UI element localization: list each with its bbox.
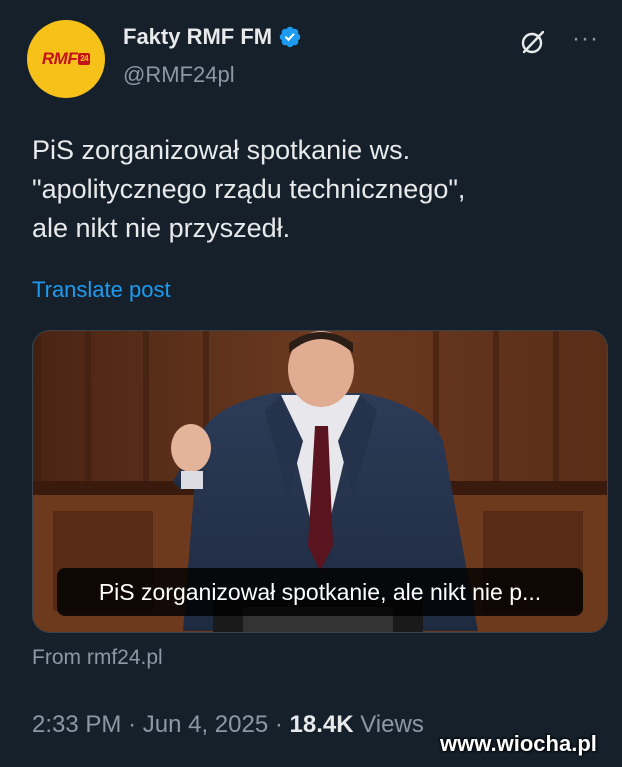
tweet-time[interactable]: 2:33 PM: [32, 711, 121, 738]
tweet-text-line: "apolitycznego rządu technicznego",: [32, 174, 466, 204]
author-name-row: Fakty RMF FM: [123, 24, 302, 50]
author-display-name[interactable]: Fakty RMF FM: [123, 24, 272, 50]
meta-separator: ·: [128, 711, 143, 738]
tweet-text: PiS zorganizował spotkanie ws. "apolityc…: [32, 131, 592, 248]
translate-post-link[interactable]: Translate post: [32, 277, 171, 303]
views-count: 18.4K: [289, 711, 354, 738]
watermark: www.wiocha.pl: [440, 731, 597, 756]
link-source[interactable]: From rmf24.pl: [32, 646, 163, 670]
tweet-meta: 2:33 PM · Jun 4, 2025 · 18.4K Views: [32, 711, 424, 739]
author-handle[interactable]: @RMF24pl: [123, 62, 235, 88]
rmf-logo: RMF 24: [41, 49, 91, 69]
avatar-logo-badge: 24: [78, 53, 91, 65]
grok-icon[interactable]: [519, 28, 547, 56]
video-caption-box: PiS zorganizował spotkanie, ale nikt nie…: [57, 568, 583, 616]
tweet-date[interactable]: Jun 4, 2025: [143, 711, 268, 738]
avatar-logo-text: RMF: [41, 49, 78, 68]
more-icon[interactable]: ···: [572, 27, 599, 51]
video-caption: PiS zorganizował spotkanie, ale nikt nie…: [98, 578, 542, 605]
tweet-text-line: ale nikt nie przyszedł.: [32, 213, 291, 243]
verified-badge-icon: [279, 26, 301, 48]
avatar[interactable]: RMF 24: [27, 20, 105, 98]
meta-separator: ·: [274, 711, 290, 738]
tweet-card: RMF 24 Fakty RMF FM @RMF24pl ··· PiS zorg…: [0, 0, 622, 767]
views-label: Views: [360, 711, 424, 738]
tweet-text-line: PiS zorganizował spotkanie ws.: [32, 135, 411, 165]
video-media[interactable]: PiS zorganizował spotkanie, ale nikt nie…: [32, 330, 608, 633]
